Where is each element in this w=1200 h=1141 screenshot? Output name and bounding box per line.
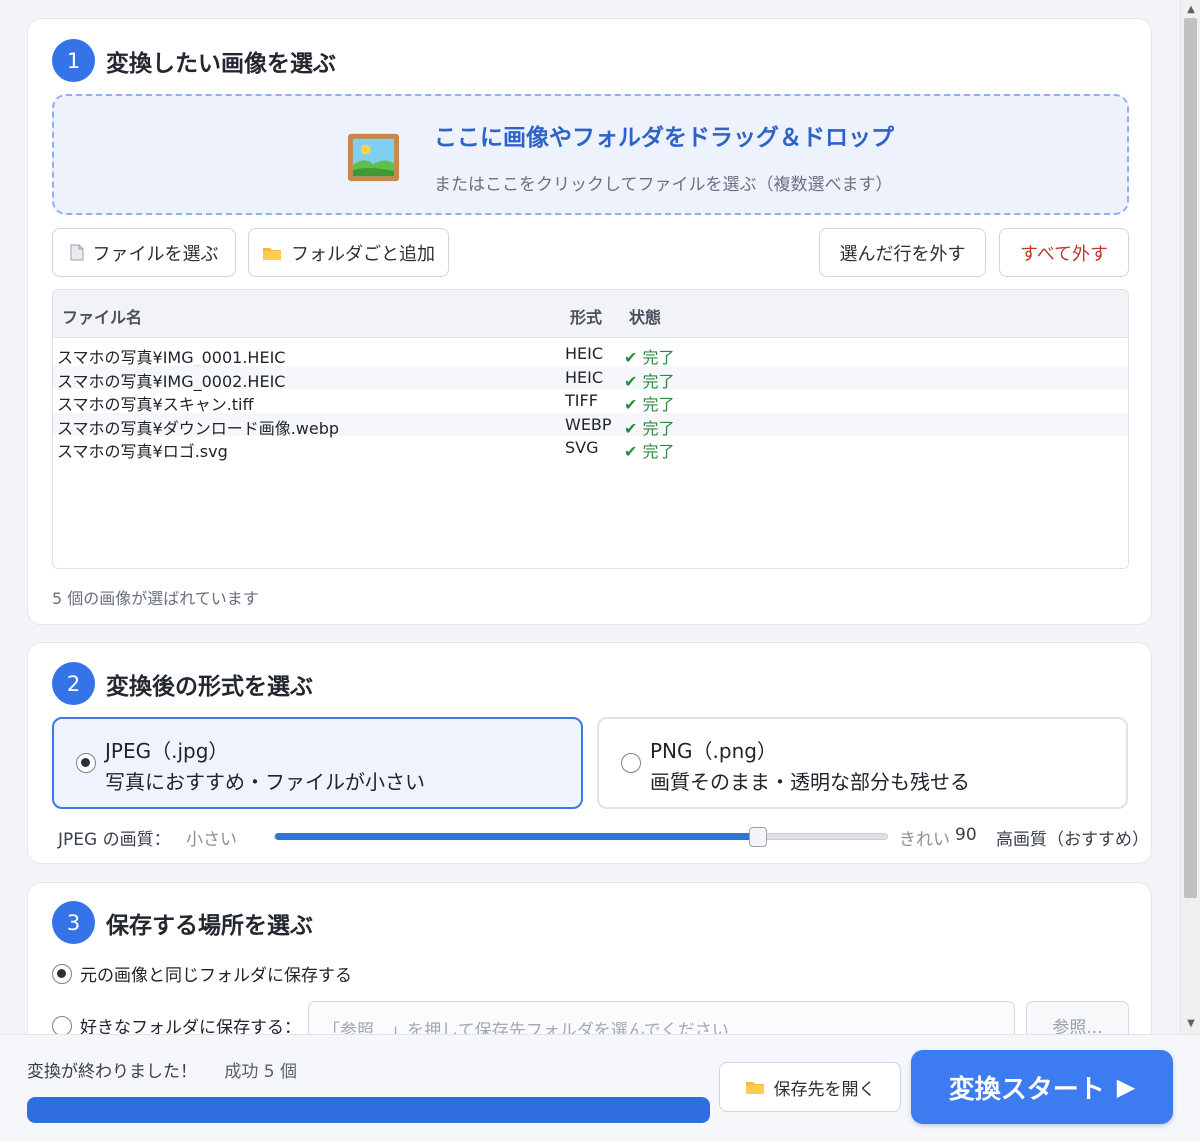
save-same-folder-option[interactable]: 元の画像と同じフォルダに保存する [52,961,352,986]
format-option-jpeg[interactable]: JPEG（.jpg） 写真におすすめ・ファイルが小さい [52,717,583,809]
status-text: 変換が終わりました！ 成功 5 個 [27,1057,297,1082]
document-icon [70,244,83,261]
step3-header: 3 保存する場所を選ぶ [52,901,313,944]
cell-format: WEBP [565,414,612,434]
picture-icon [347,133,400,182]
table-header: ファイル名 形式 状態 [53,290,1128,338]
drop-zone-title: ここに画像やフォルダをドラッグ＆ドロップ [434,125,894,151]
open-folder-button[interactable]: 保存先を開く [719,1062,901,1112]
quality-slider-fill [275,833,758,840]
cell-status: ✔ 完了 [624,418,675,438]
step1-card: 1 変換したい画像を選ぶ ここに画像やフォルダをドラッグ＆ドロップ またはここを… [27,18,1152,625]
cell-name: スマホの写真¥スキャン.tiff [57,395,254,414]
start-convert-button[interactable]: 変換スタート ▶ [911,1050,1173,1124]
png-radio[interactable] [621,753,641,773]
file-table[interactable]: ファイル名 形式 状態 スマホの写真¥IMG_0001.HEIC HEIC ✔ … [52,289,1129,569]
step1-header: 1 変換したい画像を選ぶ [52,39,336,82]
step1-title: 変換したい画像を選ぶ [106,50,336,77]
quality-value: 90 [955,825,977,845]
step2-title: 変換後の形式を選ぶ [106,673,313,700]
browse-button[interactable]: 参照... [1026,1001,1129,1034]
add-folder-button[interactable]: フォルダごと追加 [248,228,449,277]
quality-row: JPEG の画質： 小さい きれい 90 高画質（おすすめ） [58,823,1149,850]
folder-icon [745,1082,764,1094]
quality-slider[interactable] [274,827,888,847]
cell-format: HEIC [565,367,604,387]
table-row[interactable]: スマホの写真¥ダウンロード画像.webp WEBP ✔ 完了 [53,412,1128,438]
step2-header: 2 変換後の形式を選ぶ [52,662,313,705]
save-custom-label: 好きなフォルダに保存する： [80,1018,301,1034]
cell-status: ✔ 完了 [624,371,675,391]
play-icon: ▶ [1116,1073,1136,1101]
save-same-label: 元の画像と同じフォルダに保存する [80,966,352,986]
folder-icon [263,247,281,260]
cell-format: HEIC [565,344,604,363]
add-folder-label: フォルダごと追加 [291,243,435,265]
cell-name: スマホの写真¥ダウンロード画像.webp [57,418,340,438]
save-path-input[interactable]: 「参照...」を押して保存先フォルダを選んでください [308,1001,1015,1034]
open-folder-label: 保存先を開く [773,1079,876,1100]
table-row[interactable]: スマホの写真¥ロゴ.svg SVG ✔ 完了 [53,436,1128,461]
format-option-png[interactable]: PNG（.png） 画質そのまま・透明な部分も残せる [597,717,1128,809]
selected-count: 5 個の画像が選ばれています [52,589,259,608]
step2-number: 2 [52,662,95,705]
vertical-scrollbar[interactable]: ▲ ▼ [1180,0,1200,1034]
save-same-radio[interactable] [52,963,72,984]
quality-min-label: 小さい [186,830,237,850]
quality-hint: 高画質（おすすめ） [996,830,1149,850]
step3-card: 3 保存する場所を選ぶ 元の画像と同じフォルダに保存する 好きなフォルダに保存す… [27,882,1152,1034]
step3-title: 保存する場所を選ぶ [106,912,313,939]
cell-format: SVG [565,438,599,457]
save-custom-folder-option[interactable]: 好きなフォルダに保存する： [52,1013,301,1034]
jpeg-radio[interactable] [76,753,96,773]
step2-card: 2 変換後の形式を選ぶ JPEG（.jpg） 写真におすすめ・ファイルが小さい … [27,642,1152,864]
status-message: 変換が終わりました！ [27,1062,197,1082]
png-title: PNG（.png） [650,739,777,763]
png-desc: 画質そのまま・透明な部分も残せる [650,770,970,794]
table-row[interactable]: スマホの写真¥IMG_0002.HEIC HEIC ✔ 完了 [53,365,1128,391]
save-custom-radio[interactable] [52,1015,72,1034]
cell-status: ✔ 完了 [624,395,675,414]
jpeg-title: JPEG（.jpg） [105,739,229,763]
remove-selected-button[interactable]: 選んだ行を外す [819,228,986,277]
step3-number: 3 [52,901,95,944]
bottom-bar: 変換が終わりました！ 成功 5 個 保存先を開く 変換スタート ▶ [0,1034,1200,1141]
scrollbar-thumb[interactable] [1184,18,1197,898]
choose-files-button[interactable]: ファイルを選ぶ [52,228,236,277]
header-status[interactable]: 状態 [629,304,661,328]
start-convert-label: 変換スタート [948,1074,1105,1105]
cell-name: スマホの写真¥ロゴ.svg [57,442,228,461]
table-row[interactable]: スマホの写真¥IMG_0001.HEIC HEIC ✔ 完了 [53,342,1128,367]
header-format[interactable]: 形式 [570,304,602,328]
cell-status: ✔ 完了 [624,348,675,367]
quality-label: JPEG の画質： [58,830,171,850]
progress-fill [27,1097,710,1123]
drop-zone[interactable]: ここに画像やフォルダをドラッグ＆ドロップ またはここをクリックしてファイルを選ぶ… [52,94,1129,215]
scroll-up-icon[interactable]: ▲ [1181,0,1200,18]
cell-format: TIFF [565,391,598,410]
table-row[interactable]: スマホの写真¥スキャン.tiff TIFF ✔ 完了 [53,389,1128,414]
scroll-down-icon[interactable]: ▼ [1181,1014,1200,1032]
progress-bar [27,1097,710,1123]
header-name[interactable]: ファイル名 [62,304,142,328]
remove-all-button[interactable]: すべて外す [999,228,1129,277]
jpeg-desc: 写真におすすめ・ファイルが小さい [105,770,425,794]
cell-status: ✔ 完了 [624,442,675,461]
step1-number: 1 [52,39,95,82]
quality-max-label: きれい [899,830,950,850]
cell-name: スマホの写真¥IMG_0001.HEIC [57,348,286,367]
cell-name: スマホの写真¥IMG_0002.HEIC [57,371,286,391]
remove-selected-label: 選んだ行を外す [839,243,966,265]
quality-slider-thumb[interactable] [749,827,767,847]
success-count: 成功 5 個 [224,1062,298,1082]
drop-zone-subtitle: またはここをクリックしてファイルを選ぶ（複数選べます） [434,175,893,195]
main-scroll-area: 1 変換したい画像を選ぶ ここに画像やフォルダをドラッグ＆ドロップ またはここを… [0,0,1180,1034]
choose-files-label: ファイルを選ぶ [92,243,219,265]
table-body: スマホの写真¥IMG_0001.HEIC HEIC ✔ 完了 スマホの写真¥IM… [53,342,1128,461]
remove-all-label: すべて外す [1019,243,1109,265]
